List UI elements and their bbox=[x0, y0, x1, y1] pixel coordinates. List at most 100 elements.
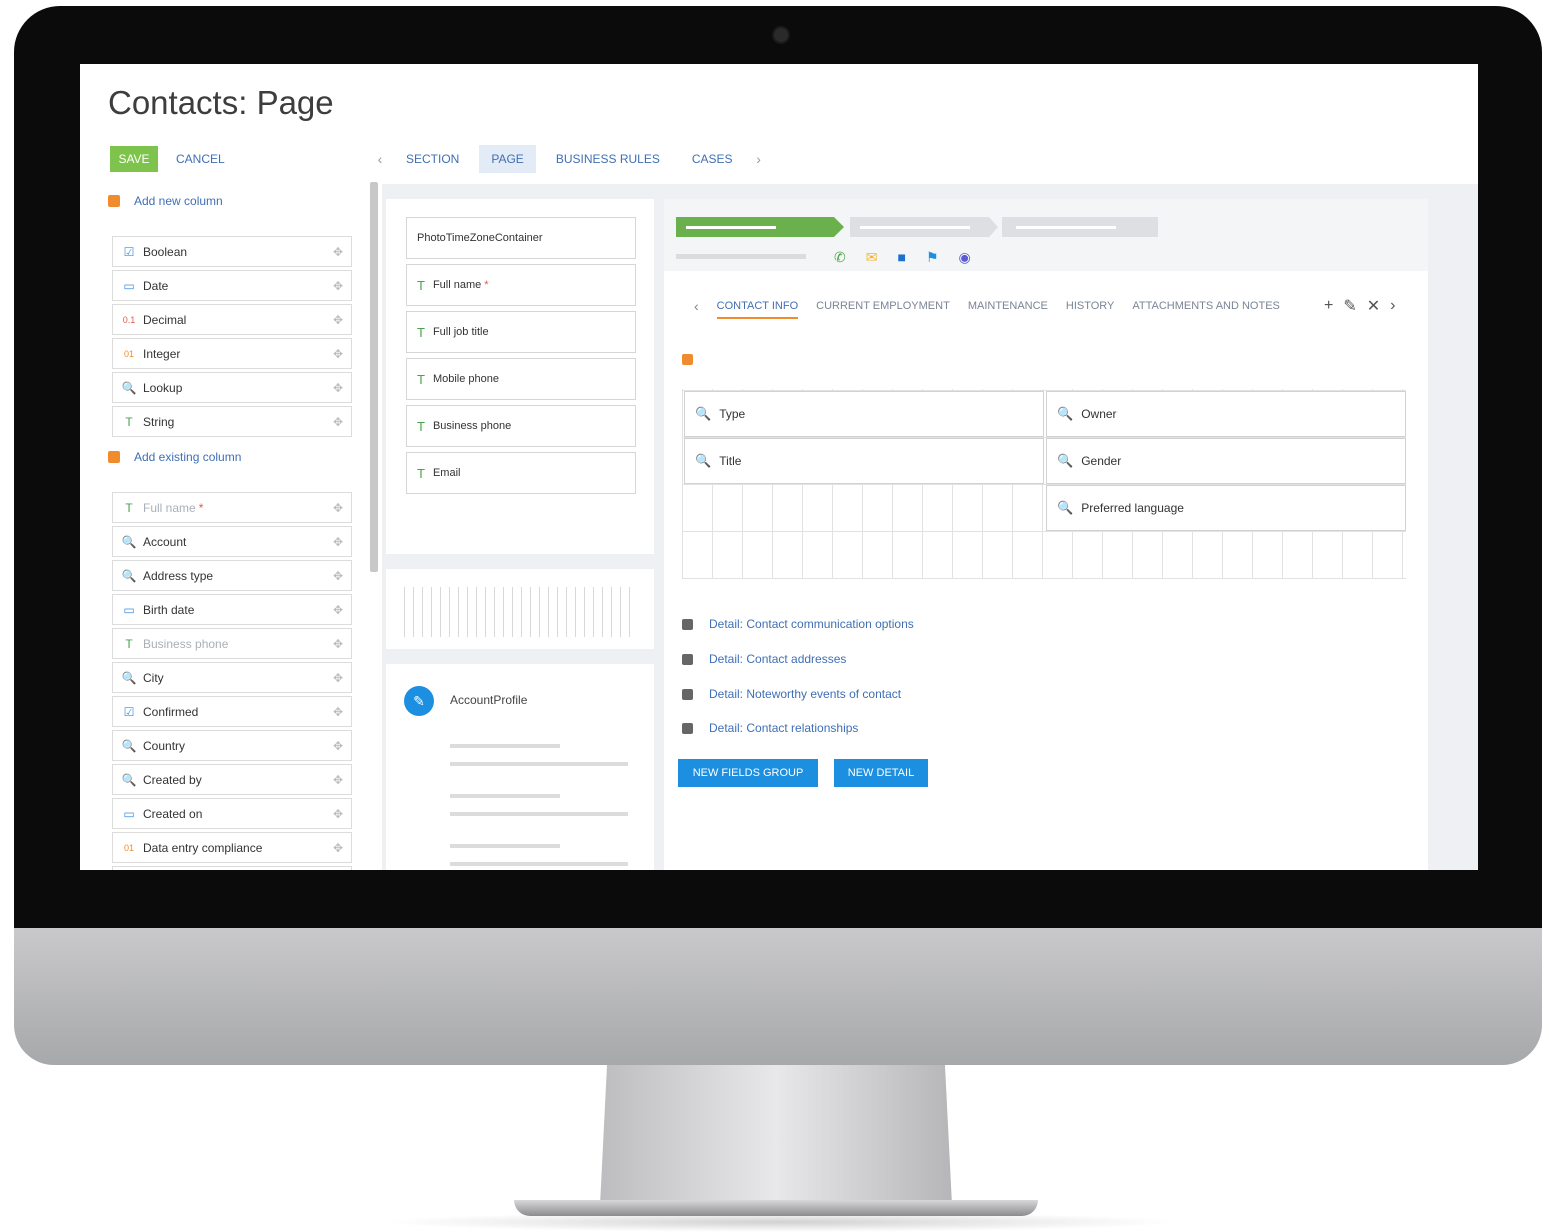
column-item[interactable]: 🔍 City ✥ bbox=[112, 662, 352, 693]
tab-current-employment[interactable]: CURRENT EMPLOYMENT bbox=[816, 300, 950, 312]
column-label: Account bbox=[143, 534, 187, 549]
chat-icon[interactable]: ■ bbox=[897, 249, 905, 266]
tab-page[interactable]: PAGE bbox=[479, 145, 536, 173]
layout-field-label: Gender bbox=[1081, 454, 1122, 468]
tabs-next-icon[interactable]: › bbox=[749, 151, 769, 167]
tab-maintenance[interactable]: MAINTENANCE bbox=[968, 300, 1048, 312]
new-detail-button[interactable]: NEW DETAIL bbox=[834, 759, 928, 787]
search-icon: 🔍 bbox=[695, 453, 712, 468]
designer-tabs: ‹ SECTION PAGE BUSINESS RULES CASES › bbox=[370, 144, 769, 174]
tab-history[interactable]: HISTORY bbox=[1066, 300, 1115, 312]
profile-field-label: Business phone bbox=[432, 420, 512, 432]
layout-field-owner[interactable]: 🔍 Owner bbox=[1046, 391, 1406, 437]
layout-field-title[interactable]: 🔍 Title bbox=[684, 438, 1044, 484]
cancel-button[interactable]: CANCEL bbox=[176, 146, 225, 172]
checkbox-icon: ☑ bbox=[123, 244, 135, 259]
column-label: String bbox=[143, 414, 175, 429]
email-icon[interactable]: ✉ bbox=[866, 249, 878, 266]
column-item[interactable]: ▭ Created on ✥ bbox=[112, 798, 352, 829]
column-item[interactable]: 🔍Department✥ bbox=[112, 866, 352, 870]
column-item[interactable]: T Full name * ✥ bbox=[112, 492, 352, 523]
detail-contact-addresses[interactable]: Detail: Contact addresses bbox=[682, 652, 846, 666]
flag-icon[interactable]: ⚑ bbox=[926, 249, 939, 266]
drag-handle-icon[interactable]: ✥ bbox=[333, 381, 343, 395]
tabs-prev-icon[interactable]: ‹ bbox=[370, 151, 390, 167]
account-profile-card: ✎ AccountProfile bbox=[386, 664, 654, 870]
photo-timezone-container[interactable]: PhotoTimeZoneContainer bbox=[406, 217, 636, 259]
new-fields-group-button[interactable]: NEW FIELDS GROUP bbox=[678, 759, 818, 787]
column-item[interactable]: 🔍 Created by ✥ bbox=[112, 764, 352, 795]
drag-handle-icon[interactable]: ✥ bbox=[333, 773, 343, 787]
drag-handle-icon[interactable]: ✥ bbox=[333, 569, 343, 583]
column-item[interactable]: T String ✥ bbox=[112, 406, 352, 437]
column-item[interactable]: ☑ Boolean ✥ bbox=[112, 236, 352, 267]
drag-handle-icon[interactable]: ✥ bbox=[333, 347, 343, 361]
drop-zone-grid[interactable] bbox=[404, 587, 636, 637]
tab-cases[interactable]: CASES bbox=[680, 145, 745, 173]
page-tabs: ‹ CONTACT INFO CURRENT EMPLOYMENT MAINTE… bbox=[694, 291, 1414, 321]
placeholder-line bbox=[676, 254, 806, 259]
tab-business-rules[interactable]: BUSINESS RULES bbox=[544, 145, 672, 173]
page-tabs-prev-icon[interactable]: ‹ bbox=[694, 298, 699, 314]
layout-field-preferred-language[interactable]: 🔍 Preferred language bbox=[1046, 485, 1406, 531]
add-new-column-link[interactable]: Add new column bbox=[108, 194, 223, 208]
add-existing-column-link[interactable]: Add existing column bbox=[108, 450, 241, 464]
add-tab-icon[interactable]: + bbox=[1324, 297, 1333, 315]
drag-handle-icon[interactable]: ✥ bbox=[333, 603, 343, 617]
drag-handle-icon[interactable]: ✥ bbox=[333, 637, 343, 651]
tab-contact-info[interactable]: CONTACT INFO bbox=[716, 300, 799, 319]
column-item[interactable]: 🔍 Address type ✥ bbox=[112, 560, 352, 591]
detail-contact-relationships[interactable]: Detail: Contact relationships bbox=[682, 721, 858, 735]
column-item[interactable]: 🔍 Account ✥ bbox=[112, 526, 352, 557]
drag-handle-icon[interactable]: ✥ bbox=[333, 739, 343, 753]
profile-field[interactable]: T Full job title bbox=[406, 311, 636, 353]
drag-handle-icon[interactable]: ✥ bbox=[333, 415, 343, 429]
drag-handle-icon[interactable]: ✥ bbox=[333, 841, 343, 855]
save-button[interactable]: SAVE bbox=[110, 146, 158, 172]
column-item[interactable]: ☑ Confirmed ✥ bbox=[112, 696, 352, 727]
page-tabs-next-icon[interactable]: › bbox=[1390, 297, 1395, 315]
left-panel-scrollbar[interactable] bbox=[370, 182, 378, 572]
text-icon: T bbox=[417, 324, 425, 340]
add-icon bbox=[108, 451, 120, 463]
group-toggle-icon[interactable] bbox=[682, 354, 693, 365]
add-existing-column-label: Add existing column bbox=[134, 450, 242, 464]
drag-handle-icon[interactable]: ✥ bbox=[333, 807, 343, 821]
detail-communication-options[interactable]: Detail: Contact communication options bbox=[682, 617, 914, 631]
drag-handle-icon[interactable]: ✥ bbox=[333, 671, 343, 685]
delete-tab-icon[interactable]: ✕ bbox=[1367, 296, 1380, 316]
profile-field[interactable]: T Mobile phone bbox=[406, 358, 636, 400]
detail-label: Detail: Contact communication options bbox=[709, 617, 914, 631]
column-label: Date bbox=[143, 278, 169, 293]
column-item[interactable]: 0.1 Decimal ✥ bbox=[112, 304, 352, 335]
stage-label-placeholder bbox=[686, 226, 776, 229]
phone-icon[interactable]: ✆ bbox=[834, 249, 846, 266]
text-icon: T bbox=[417, 371, 425, 387]
drag-handle-icon[interactable]: ✥ bbox=[333, 245, 343, 259]
drag-handle-icon[interactable]: ✥ bbox=[333, 501, 343, 515]
layout-field-type[interactable]: 🔍 Type bbox=[684, 391, 1044, 437]
edit-icon[interactable]: ✎ bbox=[404, 686, 434, 716]
layout-field-gender[interactable]: 🔍 Gender bbox=[1046, 438, 1406, 484]
column-item[interactable]: 🔍 Country ✥ bbox=[112, 730, 352, 761]
globe-icon[interactable]: ◉ bbox=[959, 249, 971, 266]
column-label: Business phone bbox=[143, 636, 229, 651]
drag-handle-icon[interactable]: ✥ bbox=[333, 279, 343, 293]
column-item[interactable]: T Business phone ✥ bbox=[112, 628, 352, 659]
text-icon: T bbox=[125, 636, 133, 651]
profile-field[interactable]: T Full name * bbox=[406, 264, 636, 306]
tab-section[interactable]: SECTION bbox=[394, 145, 471, 173]
drag-handle-icon[interactable]: ✥ bbox=[333, 705, 343, 719]
column-item[interactable]: ▭ Birth date ✥ bbox=[112, 594, 352, 625]
edit-tab-icon[interactable]: ✎ bbox=[1343, 296, 1356, 316]
drag-handle-icon[interactable]: ✥ bbox=[333, 313, 343, 327]
drag-handle-icon[interactable]: ✥ bbox=[333, 535, 343, 549]
column-item[interactable]: 01 Integer ✥ bbox=[112, 338, 352, 369]
column-item[interactable]: 01 Data entry compliance ✥ bbox=[112, 832, 352, 863]
column-item[interactable]: 🔍 Lookup ✥ bbox=[112, 372, 352, 403]
column-item[interactable]: ▭ Date ✥ bbox=[112, 270, 352, 301]
detail-noteworthy-events[interactable]: Detail: Noteworthy events of contact bbox=[682, 687, 901, 701]
profile-field[interactable]: T Business phone bbox=[406, 405, 636, 447]
profile-field[interactable]: T Email bbox=[406, 452, 636, 494]
tab-attachments-and-notes[interactable]: ATTACHMENTS AND NOTES bbox=[1132, 300, 1280, 312]
